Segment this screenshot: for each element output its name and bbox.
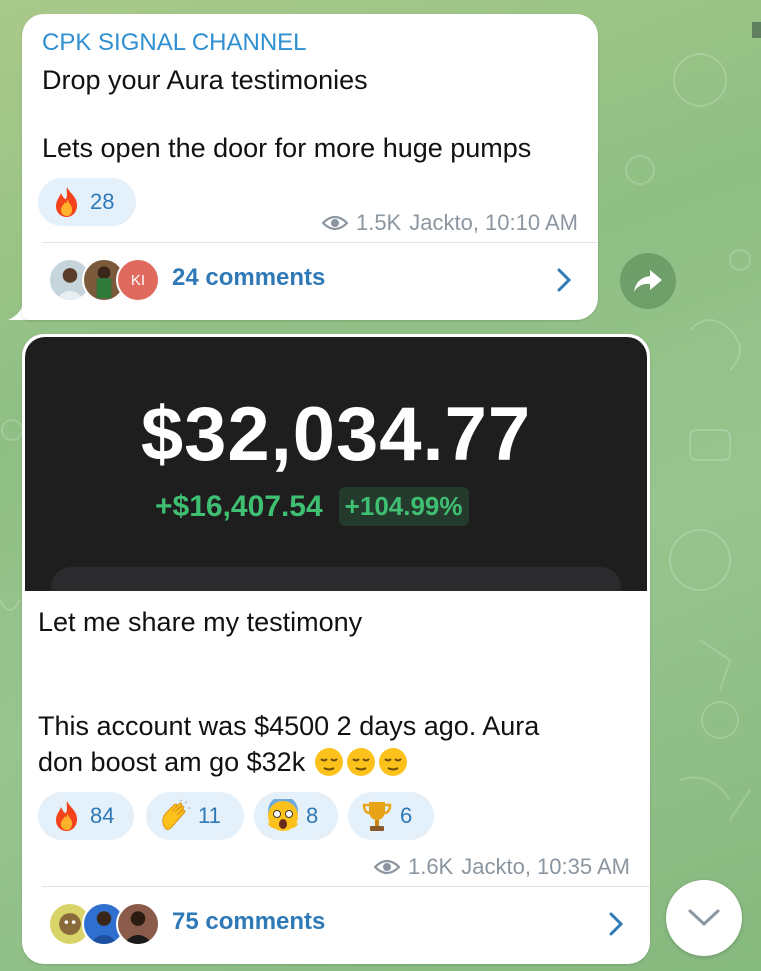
reaction-fire[interactable]: 84 xyxy=(38,792,134,840)
balance-amount: $32,034.77 xyxy=(140,392,532,477)
message-line: Let me share my testimony xyxy=(38,607,363,637)
share-arrow-icon xyxy=(634,270,662,292)
commenter-avatars: KI xyxy=(48,258,168,304)
eye-icon xyxy=(321,215,348,231)
message-line: This account was $4500 2 days ago. Aura xyxy=(38,711,540,741)
view-count: 1.6K xyxy=(407,854,454,879)
reaction-fire[interactable]: 28 xyxy=(38,178,136,226)
relieved-face-icon xyxy=(347,748,376,776)
message-line: Drop your Aura testimonies xyxy=(42,65,368,95)
post-meta: 1.5K Jackto, 10:10 AM xyxy=(321,210,578,236)
relieved-face-icon xyxy=(315,748,344,776)
comments-count[interactable]: 75 comments xyxy=(172,908,325,936)
message-line: don boost am go $32k xyxy=(38,744,409,780)
share-button[interactable] xyxy=(620,253,676,309)
channel-name[interactable]: CPK SIGNAL CHANNEL xyxy=(42,29,307,57)
reaction-count: 8 xyxy=(306,803,319,828)
post-image[interactable]: $32,034.77 +$16,407.54 +104.99% xyxy=(25,337,647,591)
scroll-down-button[interactable] xyxy=(666,880,742,956)
relieved-face-icon xyxy=(379,748,408,776)
reaction-count: 28 xyxy=(90,189,115,214)
comments-count[interactable]: 24 comments xyxy=(172,264,325,292)
author-time: Jackto, 10:10 AM xyxy=(409,210,578,235)
divider xyxy=(42,242,598,243)
trophy-icon xyxy=(362,802,392,831)
comments-link[interactable]: 75 comments xyxy=(22,890,650,958)
chevron-right-icon xyxy=(557,268,572,292)
reaction-count: 6 xyxy=(400,803,413,828)
image-card-edge xyxy=(51,567,621,591)
divider xyxy=(42,886,650,887)
message-line: Lets open the door for more huge pumps xyxy=(42,133,532,163)
chevron-down-icon xyxy=(688,909,720,927)
relieved-face-emoji-group xyxy=(313,746,409,778)
view-count: 1.5K xyxy=(355,210,402,235)
avatar-initials: KI xyxy=(130,271,146,289)
reaction-scream[interactable]: 8 xyxy=(254,792,338,840)
reaction-count: 11 xyxy=(198,803,221,828)
fire-icon xyxy=(56,801,78,831)
reaction-clap[interactable]: 11 xyxy=(146,792,244,840)
author-time: Jackto, 10:35 AM xyxy=(461,854,630,879)
screaming-face-icon xyxy=(267,799,299,831)
gain-amount: +$16,407.54 xyxy=(155,489,323,523)
gain-percent: +104.99% xyxy=(338,487,469,526)
avatar xyxy=(116,902,160,946)
message-line-text: don boost am go $32k xyxy=(38,747,306,777)
comments-link[interactable]: KI 24 comments xyxy=(22,246,598,314)
clapping-hands-icon xyxy=(162,799,190,830)
avatar: KI xyxy=(116,258,160,302)
commenter-avatars xyxy=(48,902,168,948)
eye-icon xyxy=(373,859,400,875)
chevron-right-icon xyxy=(609,912,624,936)
fire-icon xyxy=(56,187,78,217)
post-meta: 1.6K Jackto, 10:35 AM xyxy=(373,854,630,880)
scrollbar-edge xyxy=(752,22,761,38)
channel-post-2[interactable]: $32,034.77 +$16,407.54 +104.99% Let me s… xyxy=(22,334,650,964)
reaction-count: 84 xyxy=(90,803,115,828)
reaction-trophy[interactable]: 6 xyxy=(348,792,434,840)
channel-post-1[interactable]: CPK SIGNAL CHANNEL Drop your Aura testim… xyxy=(22,14,598,320)
gain-row: +$16,407.54 +104.99% xyxy=(155,487,469,526)
